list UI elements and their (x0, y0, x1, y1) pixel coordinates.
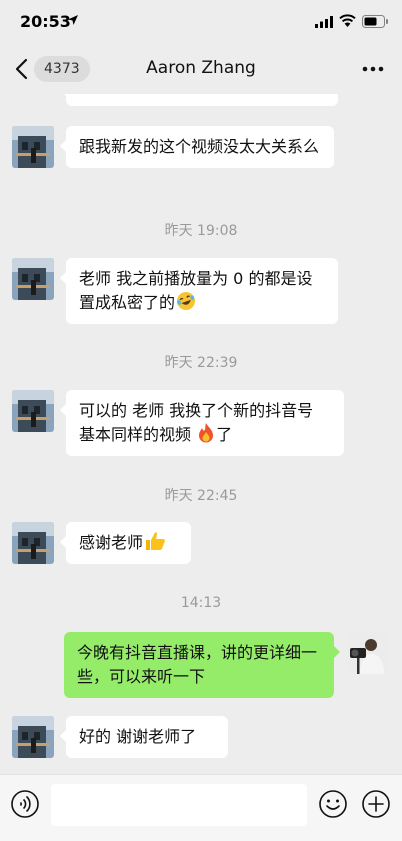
back-button[interactable]: 4373 (12, 56, 90, 82)
message-bubble[interactable]: 老师 我之前播放量为 0 的都是设置成私密了的 (60, 258, 338, 324)
message-text: 了 (216, 425, 233, 444)
back-chevron-icon (15, 58, 28, 80)
unread-count-badge: 4373 (34, 56, 90, 82)
contact-avatar[interactable] (12, 126, 54, 168)
message-text: 可以的 老师 我换了个新的抖音号 基本同样的视频 (79, 401, 314, 444)
fire-emoji (199, 423, 214, 443)
timestamp: 昨天 22:45 (164, 488, 238, 504)
contact-avatar[interactable] (12, 522, 54, 564)
voice-icon[interactable] (10, 789, 40, 819)
self-avatar[interactable] (346, 632, 388, 674)
message-input[interactable] (51, 784, 307, 826)
timestamp: 14:13 (180, 595, 222, 611)
contact-avatar[interactable] (12, 390, 54, 432)
more-icon[interactable] (360, 58, 386, 80)
message-bubble-self[interactable]: 今晚有抖音直播课，讲的更详细一些，可以来听一下 (64, 632, 340, 698)
thumbs-up-emoji (146, 532, 165, 550)
message-text: 今晚有抖音直播课，讲的更详细一些，可以来听一下 (77, 643, 318, 686)
status-time: 20:53 (20, 12, 71, 31)
contact-avatar[interactable] (12, 716, 54, 758)
plus-icon[interactable] (361, 789, 391, 819)
battery-icon (362, 15, 388, 28)
status-bar: 20:53 (0, 0, 402, 44)
message-bubble[interactable]: 可以的 老师 我换了个新的抖音号 基本同样的视频 了 (60, 390, 344, 456)
message-text: 跟我新发的这个视频没太大关系么 (79, 137, 320, 156)
message-text: 感谢老师 (79, 533, 144, 552)
timestamp: 昨天 19:08 (164, 223, 238, 239)
message-bubble[interactable]: 好的 谢谢老师了 (60, 716, 228, 758)
laughing-tears-emoji (177, 292, 196, 310)
message-bubble[interactable]: 跟我新发的这个视频没太大关系么 (60, 126, 334, 168)
wifi-icon (339, 14, 356, 27)
nav-bar: 4373 Aaron Zhang (0, 44, 402, 94)
message-bubble-partial[interactable] (60, 94, 338, 106)
emoji-icon[interactable] (318, 789, 348, 819)
contact-avatar[interactable] (12, 258, 54, 300)
message-bubble[interactable]: 感谢老师 (60, 522, 191, 564)
chat-area[interactable]: 跟我新发的这个视频没太大关系么 昨天 19:08 老师 我之前播放量为 0 的都… (0, 94, 402, 774)
message-text: 好的 谢谢老师了 (79, 727, 197, 746)
signal-icon (315, 16, 333, 28)
timestamp: 昨天 22:39 (164, 355, 238, 371)
location-arrow-icon (68, 15, 78, 25)
input-bar (0, 774, 402, 841)
